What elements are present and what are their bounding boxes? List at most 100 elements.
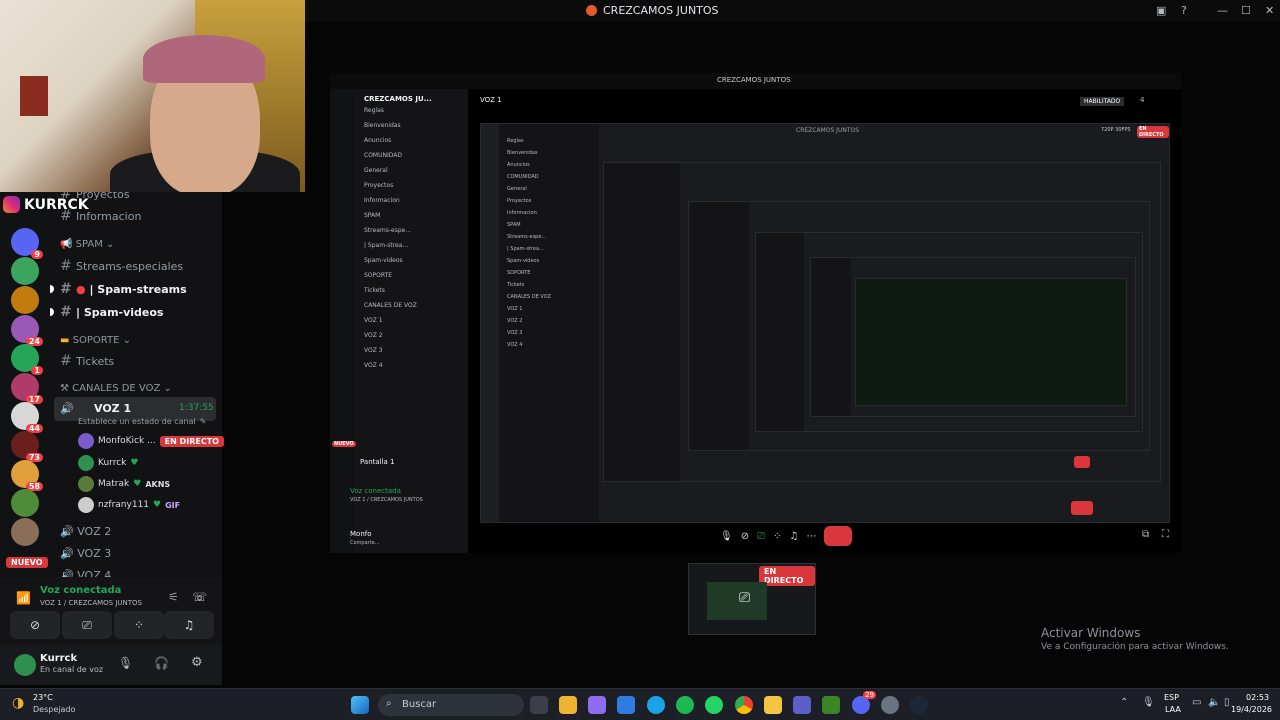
channel-tickets[interactable]: # Tickets	[60, 353, 114, 369]
voice-user-monfokick[interactable]: MonfoKick ... EN DIRECTO	[78, 433, 224, 449]
channel-spam-streams[interactable]: # ● | Spam-streams	[60, 281, 187, 297]
voice-user-name: Matrak	[98, 479, 130, 489]
weather-icon[interactable]: ◑	[12, 695, 24, 711]
speaker-icon: 🔊	[60, 547, 78, 560]
server-icon-8[interactable]: 73	[11, 431, 43, 462]
stream-channel-item: Streams-espe...	[364, 227, 412, 234]
category-soporte[interactable]: ▬ SOPORTE ⌄	[60, 335, 131, 346]
stream-channel-item: VOZ 4	[364, 362, 383, 369]
stream-channel-item: Tickets	[507, 282, 525, 288]
obs-icon[interactable]	[881, 696, 899, 714]
stream-preview-thumbnail[interactable]: EN DIRECTO ⎚	[688, 563, 816, 635]
server-icon-9[interactable]: 58	[11, 460, 43, 491]
minecraft-icon[interactable]	[822, 696, 840, 714]
category-canales-de-voz[interactable]: ⚒ CANALES DE VOZ ⌄	[60, 383, 172, 394]
edge-icon[interactable]	[647, 696, 665, 714]
microphone-icon[interactable]: 🎙	[1142, 697, 1155, 708]
battery-icon[interactable]: ▯	[1224, 697, 1230, 708]
stream-voice-header: VOZ 1	[480, 96, 502, 104]
teams-icon[interactable]	[793, 696, 811, 714]
server-icon-1[interactable]: 9	[11, 228, 43, 259]
server-icon-10[interactable]	[11, 489, 39, 517]
stream-voice-status: Voz conectada	[350, 487, 401, 495]
server-icon-3[interactable]	[11, 286, 39, 314]
stream-channel-item: SOPORTE	[507, 270, 531, 276]
voice-channel-voz3[interactable]: 🔊 VOZ 3	[60, 547, 111, 560]
red-dot-icon: ●	[76, 283, 90, 296]
settings-gear-icon[interactable]: ⚙	[191, 655, 203, 670]
stream-channel-item: | Spam-strea...	[507, 246, 544, 252]
voice-user-nzfrany111[interactable]: nzfrany111 ♥ GIF	[78, 497, 180, 513]
server-icon-2[interactable]	[11, 257, 39, 285]
lang-code[interactable]: ESP	[1164, 693, 1179, 702]
server-icon-4[interactable]: 24	[11, 315, 43, 346]
user-name: Kurrck	[40, 653, 78, 664]
stream-channel-item: VOZ 3	[364, 347, 383, 354]
voice-channel-name: VOZ 3	[77, 547, 112, 560]
headphones-icon[interactable]: 🎧	[154, 656, 169, 670]
network-icon[interactable]: ▭	[1192, 697, 1201, 708]
voice-user-matrak[interactable]: Matrak ♥ AKNS	[78, 476, 170, 492]
clock-time[interactable]: 02:53	[1246, 693, 1269, 702]
server-icon-11[interactable]	[11, 518, 39, 546]
nested-live-badge: EN DIRECTO	[1137, 126, 1169, 138]
camera-off-button[interactable]: ⊘	[10, 611, 60, 639]
taskbar-search[interactable]: ⌕ Buscar	[378, 694, 524, 716]
mail-icon[interactable]	[617, 696, 635, 714]
volume-icon[interactable]: 🔈	[1208, 697, 1220, 708]
chrome-icon[interactable]	[735, 696, 753, 714]
category-label: CANALES DE VOZ	[72, 383, 161, 394]
stream-habilitado: HABILITADO	[1080, 97, 1125, 106]
voice-channel-voz2[interactable]: 🔊 VOZ 2	[60, 525, 111, 538]
screen-share-stream[interactable]: CREZCAMOS JUNTOS CREZCAMOS JU... Reglas B…	[330, 73, 1181, 553]
hash-icon: #	[60, 353, 72, 369]
avatar[interactable]	[14, 654, 36, 676]
stream-channel-item: VOZ 1	[507, 306, 523, 312]
stream-channel-item: Bienvenidas	[364, 122, 401, 129]
spotify-icon[interactable]	[676, 696, 694, 714]
microphone-icon[interactable]: 🎙	[118, 656, 133, 670]
server-icon-5[interactable]: 1	[11, 344, 43, 375]
channel-spam-videos[interactable]: # | Spam-videos	[60, 304, 163, 320]
noise-suppression-icon[interactable]: ⚟	[168, 590, 179, 604]
minimize-button[interactable]: —	[1217, 4, 1228, 17]
category-label: SPAM	[75, 239, 103, 250]
soundboard-button[interactable]: ♫	[164, 611, 214, 639]
server-icon-6[interactable]: 17	[11, 373, 43, 404]
disconnect-icon[interactable]: ☏	[192, 590, 207, 604]
inbox-icon[interactable]: ▣	[1156, 4, 1166, 17]
windows-start-icon[interactable]	[351, 696, 369, 714]
server-icon-7[interactable]: 44	[11, 402, 43, 433]
activate-subtitle: Ve a Configuración para activar Windows.	[1041, 642, 1229, 652]
heart-icon: ♥	[133, 479, 142, 489]
screen-share-icon: ⎚	[757, 530, 766, 542]
stream-channel-item: VOZ 3	[507, 330, 523, 336]
soundboard-icon: ♫	[183, 618, 195, 632]
category-spam[interactable]: 📢 SPAM ⌄	[60, 239, 114, 250]
webcam-person-hat	[143, 35, 265, 83]
maximize-button[interactable]: ☐	[1241, 4, 1251, 17]
whatsapp-icon[interactable]	[705, 696, 723, 714]
channel-status-hint[interactable]: Establece un estado de canal ✎	[78, 417, 206, 426]
voice-channel-voz4[interactable]: 🔊 VOZ 4	[60, 569, 111, 577]
file-explorer-icon[interactable]	[764, 696, 782, 714]
window-title-text: CREZCAMOS JUNTOS	[603, 4, 719, 17]
discord-icon[interactable]: 29	[852, 691, 876, 714]
chevron-up-icon[interactable]: ⌃	[1120, 697, 1128, 708]
task-view-icon[interactable]	[530, 696, 548, 714]
help-icon[interactable]: ?	[1181, 4, 1187, 17]
activities-button[interactable]: ⁘	[114, 611, 164, 639]
signal-icon[interactable]: 📶	[16, 591, 31, 605]
share-screen-button[interactable]: ⎚	[62, 611, 112, 639]
voice-user-kurrck[interactable]: Kurrck ♥	[78, 455, 138, 471]
copilot-icon[interactable]	[588, 696, 606, 714]
steam-icon[interactable]	[910, 696, 928, 714]
channel-streams-especiales[interactable]: # Streams-especiales	[60, 258, 183, 274]
close-button[interactable]: ✕	[1265, 4, 1274, 17]
stream-user-status: Comparte...	[350, 540, 380, 546]
store-icon[interactable]	[559, 696, 577, 714]
channel-label: Streams-especiales	[76, 260, 184, 273]
voice-connected-status: Voz conectada	[40, 585, 122, 596]
hash-icon: #	[60, 281, 72, 297]
activate-title: Activar Windows	[1041, 626, 1141, 640]
